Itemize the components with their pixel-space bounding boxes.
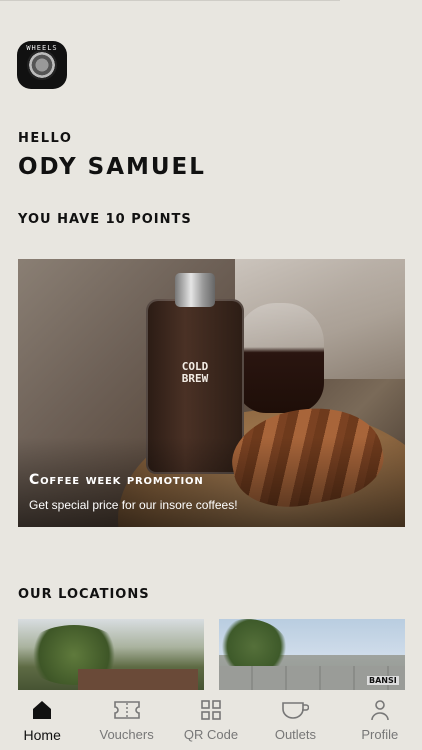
top-divider [0,0,340,1]
person-icon [369,698,391,722]
tab-profile[interactable]: Profile [338,690,422,750]
greeting-text: HELLO [18,131,73,146]
bottle-cap-image [175,273,215,307]
logo-text: WHEELS [26,44,58,52]
store-sign: BANSI [367,676,399,685]
promo-banner[interactable]: COLD BREW Coffee week promotion Get speci… [18,259,405,527]
tab-label: Outlets [274,727,317,742]
cup-icon [281,698,310,722]
promo-title: Coffee week promotion [29,472,204,488]
tab-outlets[interactable]: Outlets [253,690,337,750]
tab-vouchers[interactable]: Vouchers [84,690,168,750]
locations-heading: OUR LOCATIONS [18,587,150,602]
tab-home[interactable]: Home [0,690,84,750]
points-summary: YOU HAVE 10 POINTS [18,212,192,227]
tab-label: QR Code [183,727,239,742]
tab-label: Vouchers [99,727,154,742]
home-icon [31,698,53,722]
promo-subtitle: Get special price for our insore coffees… [29,498,238,512]
tab-label: Home [23,727,61,743]
tab-qr-code[interactable]: QR Code [169,690,253,750]
ticket-icon [113,698,141,722]
location-card-2[interactable]: BANSI [219,619,405,699]
tab-label: Profile [361,727,399,742]
wheel-icon [27,50,57,80]
wheels-logo: WHEELS [17,41,67,89]
coffee-glass-image [236,303,324,413]
bottle-label: COLD BREW [181,360,209,385]
user-name: ODY SAMUEL [18,154,206,180]
bottom-tab-bar: Home Vouchers QR Code Outlets Profile [0,690,422,750]
location-card-1[interactable] [18,619,204,699]
qr-grid-icon [200,698,222,722]
